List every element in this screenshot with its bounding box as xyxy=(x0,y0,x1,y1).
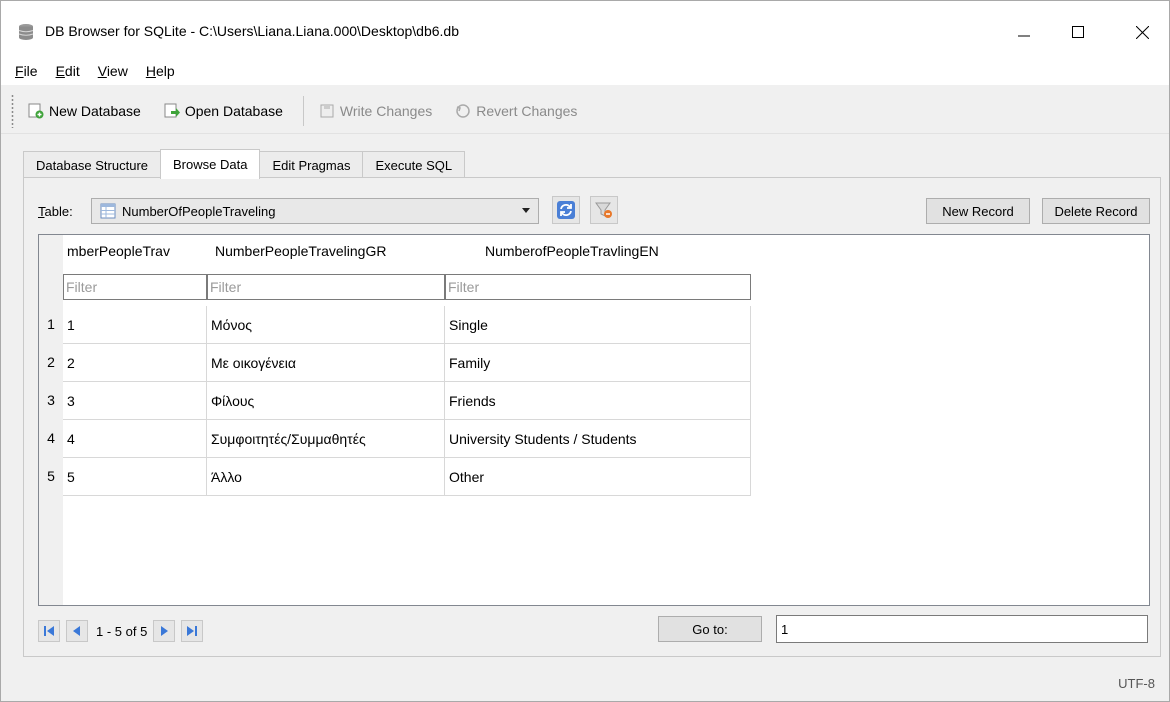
table-cell[interactable]: 1 xyxy=(63,306,207,344)
table-select[interactable]: NumberOfPeopleTraveling xyxy=(91,198,539,224)
close-button[interactable] xyxy=(1119,9,1165,55)
encoding-status: UTF-8 xyxy=(1118,676,1155,691)
close-icon xyxy=(1135,25,1149,39)
selected-table-name: NumberOfPeopleTraveling xyxy=(122,203,276,219)
toolbar-separator xyxy=(302,95,304,126)
column-header[interactable]: NumberofPeopleTravlingEN xyxy=(485,243,735,259)
new-record-button[interactable]: New Record xyxy=(926,198,1030,224)
table-cell[interactable]: Μόνος xyxy=(207,306,445,344)
minimize-button[interactable] xyxy=(1001,9,1047,55)
table-cell[interactable]: Άλλο xyxy=(207,458,445,496)
next-page-button[interactable] xyxy=(153,620,176,642)
tab-edit-pragmas[interactable]: Edit Pragmas xyxy=(259,151,364,179)
table-cell[interactable]: Friends xyxy=(445,382,751,420)
filter-input[interactable]: Filter xyxy=(445,274,751,300)
filter-input[interactable]: Filter xyxy=(207,274,445,300)
tab-browse-data[interactable]: Browse Data xyxy=(160,149,261,179)
table-cell[interactable]: Family xyxy=(445,344,751,382)
title-bar: DB Browser for SQLite - C:\Users\Liana.L… xyxy=(1,1,1169,57)
write-changes-icon xyxy=(320,104,334,117)
row-header[interactable]: 1 xyxy=(39,316,63,332)
go-to-button[interactable]: Go to: xyxy=(658,616,762,642)
row-header[interactable]: 4 xyxy=(39,430,63,446)
table-cell[interactable]: University Students / Students xyxy=(445,420,751,458)
table-cell[interactable]: Με οικογένεια xyxy=(207,344,445,382)
table-cell[interactable]: 5 xyxy=(63,458,207,496)
menu-view[interactable]: View xyxy=(98,63,128,79)
revert-changes-button[interactable]: Revert Changes xyxy=(446,96,585,126)
row-header[interactable]: 3 xyxy=(39,392,63,408)
previous-page-button[interactable] xyxy=(66,620,88,642)
page-info: 1 - 5 of 5 xyxy=(96,623,148,639)
refresh-button[interactable] xyxy=(552,196,580,224)
new-database-button[interactable]: New Database xyxy=(19,96,149,126)
tab-execute-sql[interactable]: Execute SQL xyxy=(362,151,466,179)
tab-database-structure[interactable]: Database Structure xyxy=(23,151,162,179)
table-cell[interactable]: Other xyxy=(445,458,751,496)
maximize-icon xyxy=(1072,26,1084,38)
table-icon xyxy=(100,203,116,219)
toolbar-grip[interactable] xyxy=(11,94,14,128)
go-to-input[interactable]: 1 xyxy=(776,615,1148,643)
database-app-icon xyxy=(18,24,34,40)
table-cell[interactable]: 3 xyxy=(63,382,207,420)
refresh-icon xyxy=(557,201,575,219)
row-header-column xyxy=(39,235,63,605)
clear-filters-button[interactable] xyxy=(590,196,618,224)
dropdown-arrow-icon xyxy=(522,208,530,213)
open-database-button[interactable]: Open Database xyxy=(155,96,291,126)
row-header[interactable]: 2 xyxy=(39,354,63,370)
new-database-icon xyxy=(28,103,44,118)
open-database-icon xyxy=(164,103,180,117)
table-cell[interactable]: 2 xyxy=(63,344,207,382)
delete-record-button[interactable]: Delete Record xyxy=(1042,198,1150,224)
filter-input[interactable]: Filter xyxy=(63,274,207,300)
app-window: DB Browser for SQLite - C:\Users\Liana.L… xyxy=(0,0,1170,702)
column-header[interactable]: mberPeopleTrav xyxy=(67,243,207,259)
menu-file[interactable]: File xyxy=(15,63,38,79)
main-tabs: Database Structure Browse Data Edit Prag… xyxy=(23,149,466,179)
main-toolbar: New Database Open Database Write Changes… xyxy=(1,88,1169,134)
next-page-icon xyxy=(161,626,169,636)
table-cell[interactable]: 4 xyxy=(63,420,207,458)
column-header[interactable]: NumberPeopleTravelingGR xyxy=(215,243,445,259)
last-page-icon xyxy=(187,626,198,636)
browse-data-panel: Table: NumberOfPeopleTraveling New Recor… xyxy=(23,177,1161,657)
first-page-icon xyxy=(44,626,54,636)
clear-filter-icon xyxy=(595,202,612,218)
table-cell[interactable]: Συμφοιτητές/Συμμαθητές xyxy=(207,420,445,458)
window-title: DB Browser for SQLite - C:\Users\Liana.L… xyxy=(45,23,459,39)
table-cell[interactable]: Single xyxy=(445,306,751,344)
previous-page-icon xyxy=(73,626,80,636)
revert-changes-icon xyxy=(456,103,470,118)
first-page-button[interactable] xyxy=(38,620,60,642)
menu-edit[interactable]: Edit xyxy=(56,63,80,79)
maximize-button[interactable] xyxy=(1055,9,1101,55)
minimize-icon xyxy=(1018,35,1030,37)
record-navigation: 1 - 5 of 5 xyxy=(38,620,209,642)
table-label: Table: xyxy=(38,204,73,219)
row-header[interactable]: 5 xyxy=(39,468,63,484)
last-page-button[interactable] xyxy=(181,620,204,642)
menu-help[interactable]: Help xyxy=(146,63,175,79)
data-grid: mberPeopleTrav NumberPeopleTravelingGR N… xyxy=(38,234,1150,606)
table-cell[interactable]: Φίλους xyxy=(207,382,445,420)
menu-bar: File Edit View Help xyxy=(1,57,1169,85)
write-changes-button[interactable]: Write Changes xyxy=(310,96,440,126)
